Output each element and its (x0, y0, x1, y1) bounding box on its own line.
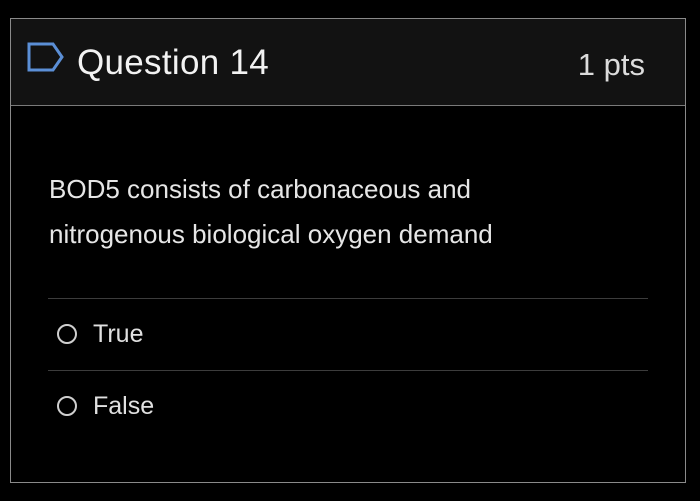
answer-label-true: True (93, 319, 144, 348)
question-card: Question 14 1 pts BOD5 consists of carbo… (10, 18, 686, 483)
bookmark-flag-icon[interactable] (25, 41, 65, 73)
answer-divider (48, 298, 648, 299)
answer-label-false: False (93, 391, 155, 420)
answer-divider (48, 370, 648, 371)
question-header: Question 14 1 pts (11, 19, 685, 106)
question-text: BOD5 consists of carbonaceous and nitrog… (49, 174, 493, 249)
question-points: 1 pts (577, 47, 645, 82)
radio-button-true[interactable] (57, 324, 77, 344)
question-title: Question 14 (77, 43, 270, 82)
answer-option-false[interactable]: False (57, 386, 617, 426)
answer-option-true[interactable]: True (57, 314, 617, 354)
radio-button-false[interactable] (57, 396, 77, 416)
